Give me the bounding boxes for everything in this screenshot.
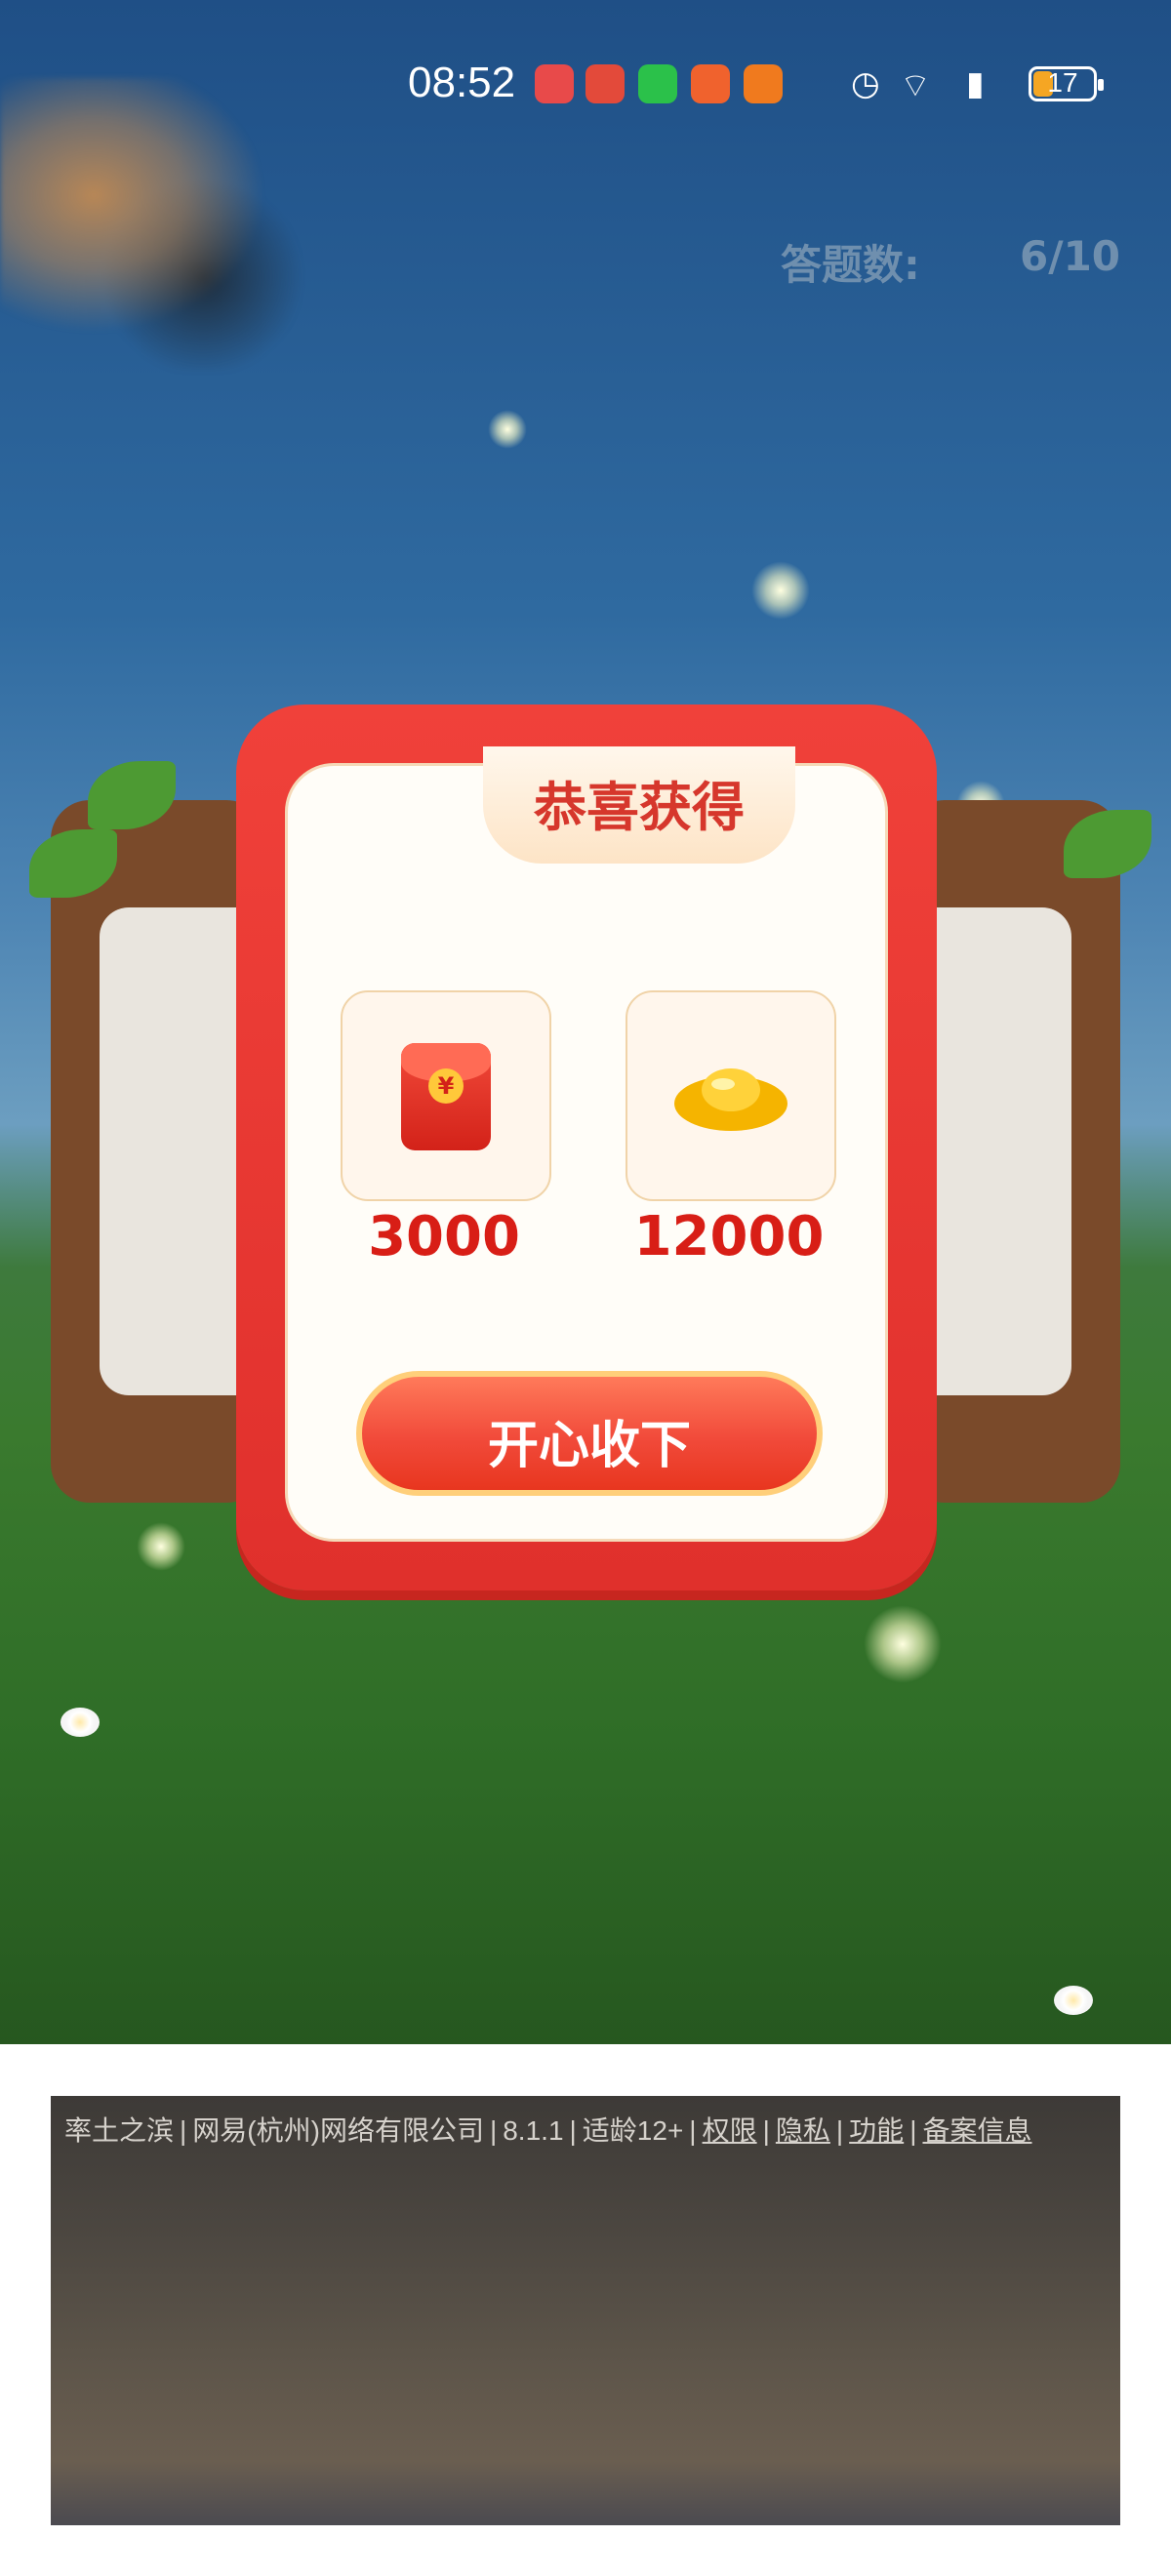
- wifi-icon: ⌔: [900, 66, 931, 105]
- reward-dialog-body: 恭喜获得 ¥ 3000 12000 开心收下: [285, 746, 888, 1542]
- reward-item-red-packet: ¥: [341, 990, 551, 1201]
- battery-indicator: 17: [1029, 66, 1104, 101]
- flower-decoration: [1054, 1986, 1093, 2015]
- battery-level: 17: [1047, 67, 1078, 98]
- status-time: 08:52: [408, 59, 516, 106]
- signal-icon: ▮: [966, 64, 985, 103]
- status-bar: 08:52 ◷ ⌔ ▮ 17: [0, 0, 1171, 166]
- footer-version: 8.1.1: [503, 2115, 564, 2146]
- reward-dialog: 恭喜获得 ¥ 3000 12000 开心收下: [236, 704, 937, 1590]
- footer-link-features[interactable]: 功能: [849, 2115, 904, 2146]
- data-sync-icon: ◷: [851, 64, 880, 103]
- footer-info: 率土之滨 | 网易(杭州)网络有限公司 | 8.1.1 | 适龄12+ | 权限 | 隐私 | 功能 | 备…: [64, 2115, 1032, 2146]
- notification-app-icon: [586, 64, 625, 103]
- reward-value-gold-ingot: 12000: [633, 1205, 825, 1268]
- reward-item-gold-ingot: [626, 990, 836, 1201]
- claim-reward-button[interactable]: 开心收下: [356, 1371, 823, 1496]
- footer-age-rating: 适龄12+: [582, 2115, 684, 2146]
- footer-banner: 率土之滨 | 网易(杭州)网络有限公司 | 8.1.1 | 适龄12+ | 权限 | 隐私 | 功能 | 备…: [51, 2096, 1120, 2525]
- red-packet-icon: ¥: [401, 1043, 491, 1150]
- left-card-frame: [51, 800, 265, 1503]
- footer-link-filing-info[interactable]: 备案信息: [922, 2115, 1031, 2146]
- footer-company: 网易(杭州)网络有限公司: [192, 2115, 484, 2146]
- wechat-icon: [638, 64, 677, 103]
- game-screen: 08:52 ◷ ⌔ ▮ 17 答题数: 6/10 恭喜获得 ¥ 3000 120…: [0, 0, 1171, 2044]
- game-app-icon: [744, 64, 783, 103]
- footer-link-permissions[interactable]: 权限: [703, 2115, 757, 2146]
- store-app-icon: [691, 64, 730, 103]
- question-count-label: 答题数:: [781, 241, 920, 289]
- footer-game-name: 率土之滨: [64, 2115, 175, 2146]
- sparkle: [751, 561, 810, 620]
- gold-ingot-icon: [674, 1068, 787, 1131]
- reward-value-red-packet: 3000: [368, 1205, 520, 1268]
- claim-button-label: 开心收下: [487, 1417, 691, 1475]
- right-card-frame: [906, 800, 1120, 1503]
- huawei-app-icon: [535, 64, 574, 103]
- flower-decoration: [61, 1708, 100, 1737]
- dialog-title-ribbon: 恭喜获得: [483, 746, 795, 864]
- sparkle: [137, 1522, 185, 1571]
- sparkle: [864, 1605, 942, 1683]
- sparkle: [488, 410, 527, 449]
- footer-link-privacy[interactable]: 隐私: [776, 2115, 830, 2146]
- question-count-value: 6/10: [1020, 232, 1121, 280]
- dialog-title: 恭喜获得: [534, 777, 745, 838]
